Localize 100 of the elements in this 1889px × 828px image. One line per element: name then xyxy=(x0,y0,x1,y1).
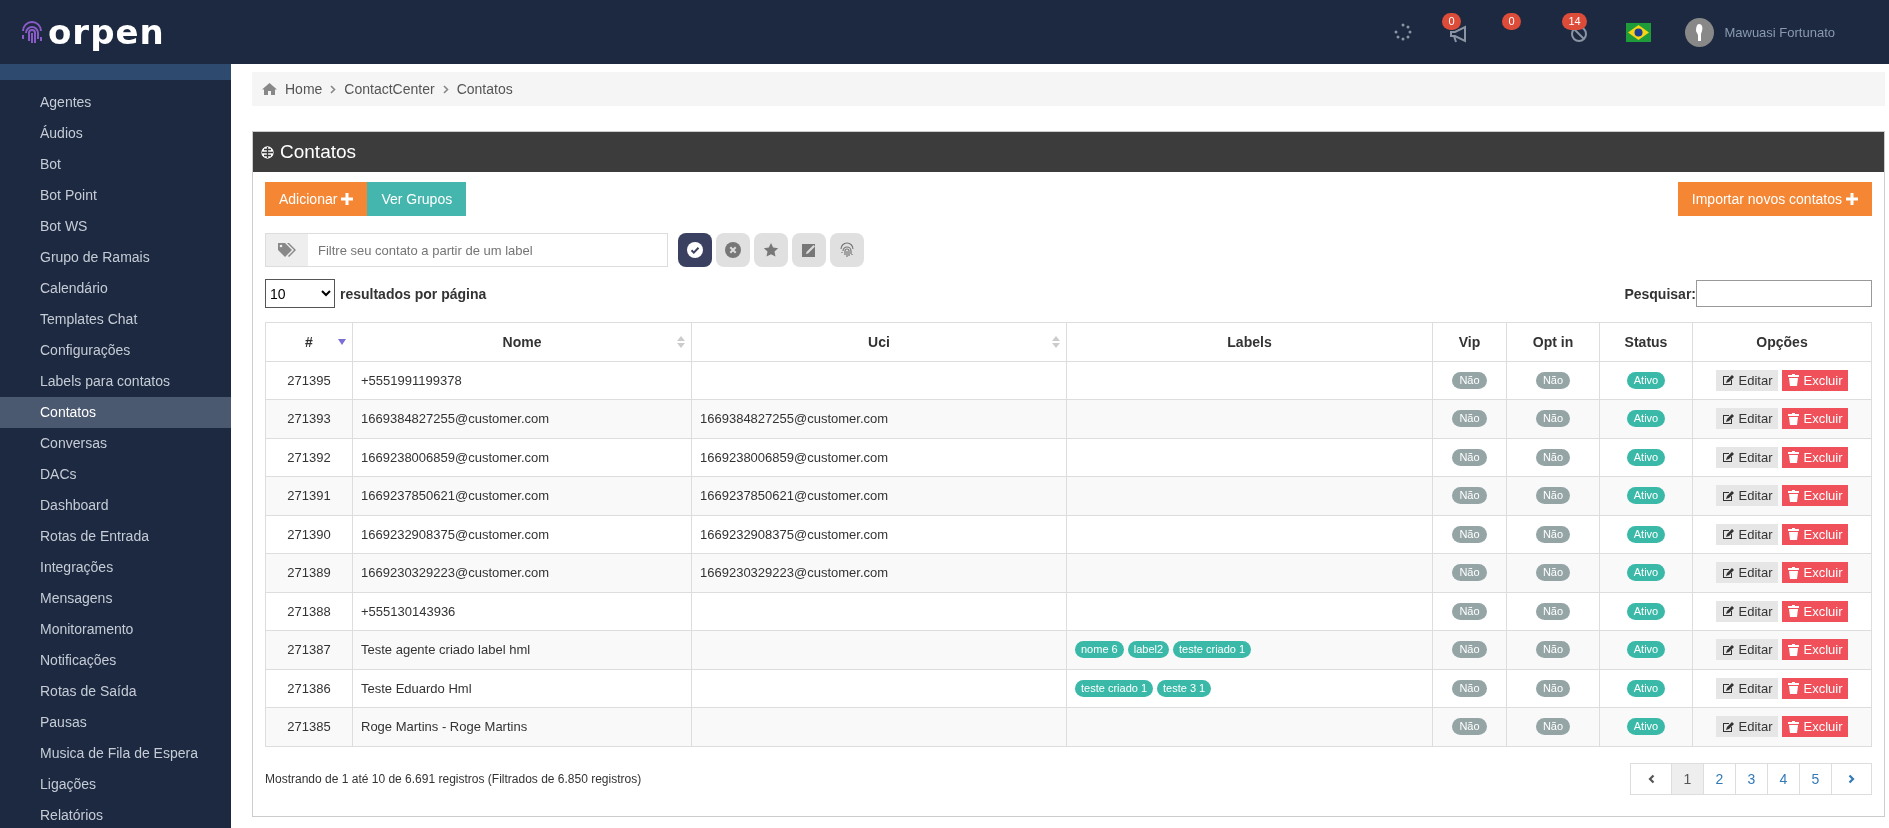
filter-toggle[interactable] xyxy=(678,233,712,267)
sort-descending-icon[interactable] xyxy=(338,338,346,345)
edit-button[interactable]: Editar xyxy=(1715,523,1779,545)
id-cell: 271386 xyxy=(265,669,353,708)
tags-icon xyxy=(278,243,296,257)
edit-icon xyxy=(1721,412,1735,425)
edit-icon xyxy=(801,242,817,258)
breadcrumb-link[interactable]: ContactCenter xyxy=(344,81,435,97)
sidebar-item[interactable]: Grupo de Ramais xyxy=(0,242,231,273)
sidebar-item[interactable]: Conversas xyxy=(0,428,231,459)
sidebar-item[interactable]: Relatórios xyxy=(0,800,231,828)
name-cell: Teste Eduardo Hml xyxy=(352,669,692,708)
edit-button[interactable]: Editar xyxy=(1715,562,1779,584)
globe-icon xyxy=(261,145,274,159)
page-size-select[interactable]: 10 xyxy=(265,279,335,308)
edit-button[interactable]: Editar xyxy=(1715,408,1779,430)
status-pill: Ativo xyxy=(1626,371,1666,389)
sidebar-item[interactable]: Musica de Fila de Espera xyxy=(0,738,231,769)
sidebar-item[interactable]: DACs xyxy=(0,459,231,490)
breadcrumb-link[interactable]: Contatos xyxy=(456,81,513,97)
sidebar-item[interactable]: Agentes xyxy=(0,87,231,118)
sidebar-item[interactable]: Pausas xyxy=(0,707,231,738)
label-filter-field[interactable]: Filtre seu contato a partir de um label xyxy=(265,233,668,267)
edit-button[interactable]: Editar xyxy=(1715,716,1779,738)
breadcrumb-link[interactable]: Home xyxy=(285,81,323,97)
sidebar-item[interactable]: Rotas de Entrada xyxy=(0,521,231,552)
sidebar-item[interactable]: Calendário xyxy=(0,273,231,304)
uci-cell: 1669230329223@customer.com xyxy=(691,553,1067,592)
edit-button[interactable]: Editar xyxy=(1715,369,1779,391)
filter-toggle[interactable] xyxy=(716,233,750,267)
column-header[interactable]: Labels xyxy=(1066,322,1433,361)
edit-icon xyxy=(1721,720,1735,733)
user-name[interactable]: Mawuasi Fortunato xyxy=(1724,24,1835,40)
filter-toggle[interactable] xyxy=(754,233,788,267)
delete-button[interactable]: Excluir xyxy=(1782,639,1849,661)
column-header[interactable]: # xyxy=(265,322,353,361)
blocked-icon[interactable] xyxy=(1570,25,1589,43)
sidebar-item[interactable]: Integrações xyxy=(0,552,231,583)
search-field[interactable] xyxy=(1696,280,1872,307)
delete-button[interactable]: Excluir xyxy=(1782,408,1849,430)
status-pill: Ativo xyxy=(1626,564,1666,582)
sidebar-item[interactable]: Mensagens xyxy=(0,583,231,614)
id-cell: 271385 xyxy=(265,707,353,746)
sidebar-item[interactable]: Bot WS xyxy=(0,211,231,242)
id-cell: 271389 xyxy=(265,553,353,592)
sidebar-item[interactable]: Bot xyxy=(0,149,231,180)
name-cell: Teste agente criado label hml xyxy=(352,630,692,669)
sidebar-item[interactable]: Contatos xyxy=(0,397,231,428)
uci-cell: 1669232908375@customer.com xyxy=(691,515,1067,554)
filter-toggle[interactable] xyxy=(830,233,864,267)
notification-badge: 0 xyxy=(1442,13,1461,30)
column-header[interactable]: Opt in xyxy=(1506,322,1600,361)
page-button[interactable]: 1 xyxy=(1671,763,1703,794)
records-info: Mostrando de 1 até 10 de 6.691 registros (Filtrados de 6.850 registros) xyxy=(265,771,642,786)
sidebar-item[interactable]: Áudios xyxy=(0,118,231,149)
status-pill: Ativo xyxy=(1626,487,1666,505)
sidebar-item[interactable]: Configurações xyxy=(0,335,231,366)
edit-button[interactable]: Editar xyxy=(1715,485,1779,507)
column-header[interactable]: Status xyxy=(1599,322,1693,361)
column-header[interactable]: Uci xyxy=(691,322,1067,361)
edit-button[interactable]: Editar xyxy=(1715,677,1779,699)
id-cell: 271388 xyxy=(265,592,353,631)
sidebar-item[interactable]: Bot Point xyxy=(0,180,231,211)
sidebar-item[interactable]: Rotas de Saída xyxy=(0,676,231,707)
delete-button[interactable]: Excluir xyxy=(1782,600,1849,622)
label-tag: teste criado 1 xyxy=(1075,679,1154,697)
edit-button[interactable]: Editar xyxy=(1715,446,1779,468)
edit-icon xyxy=(1721,528,1735,541)
column-header[interactable]: Vip xyxy=(1432,322,1507,361)
delete-button[interactable]: Excluir xyxy=(1782,523,1849,545)
delete-button[interactable]: Excluir xyxy=(1782,677,1849,699)
notification-badge: 14 xyxy=(1562,13,1587,30)
sidebar-item[interactable]: Labels para contatos xyxy=(0,366,231,397)
filter-toggle[interactable] xyxy=(792,233,826,267)
id-cell: 271392 xyxy=(265,438,353,477)
status-pill: Ativo xyxy=(1626,602,1666,620)
delete-button[interactable]: Excluir xyxy=(1782,562,1849,584)
delete-button[interactable]: Excluir xyxy=(1782,485,1849,507)
flag-pill: Não xyxy=(1452,679,1487,697)
id-cell: 271395 xyxy=(265,361,353,400)
edit-button[interactable]: Editar xyxy=(1715,600,1779,622)
sidebar-item[interactable]: Ligações xyxy=(0,769,231,800)
sidebar-item[interactable]: Notificações xyxy=(0,645,231,676)
sidebar-item[interactable]: Monitoramento xyxy=(0,614,231,645)
column-header[interactable]: Nome xyxy=(352,322,692,361)
delete-button[interactable]: Excluir xyxy=(1782,369,1849,391)
column-header[interactable]: Opções xyxy=(1692,322,1872,361)
loading-spinner-icon xyxy=(1394,23,1413,41)
edit-icon xyxy=(1721,374,1735,387)
sidebar-item[interactable]: Templates Chat xyxy=(0,304,231,335)
sidebar-item[interactable]: Dashboard xyxy=(0,490,231,521)
home-icon xyxy=(262,83,277,95)
avatar-icon[interactable] xyxy=(1685,17,1715,47)
cross-circle-icon xyxy=(725,242,741,258)
delete-button[interactable]: Excluir xyxy=(1782,446,1849,468)
edit-button[interactable]: Editar xyxy=(1715,639,1779,661)
label-tag: teste 3 1 xyxy=(1157,679,1212,697)
brazil-flag-icon[interactable] xyxy=(1626,22,1652,42)
flag-pill: Não xyxy=(1535,564,1571,582)
delete-button[interactable]: Excluir xyxy=(1782,716,1849,738)
